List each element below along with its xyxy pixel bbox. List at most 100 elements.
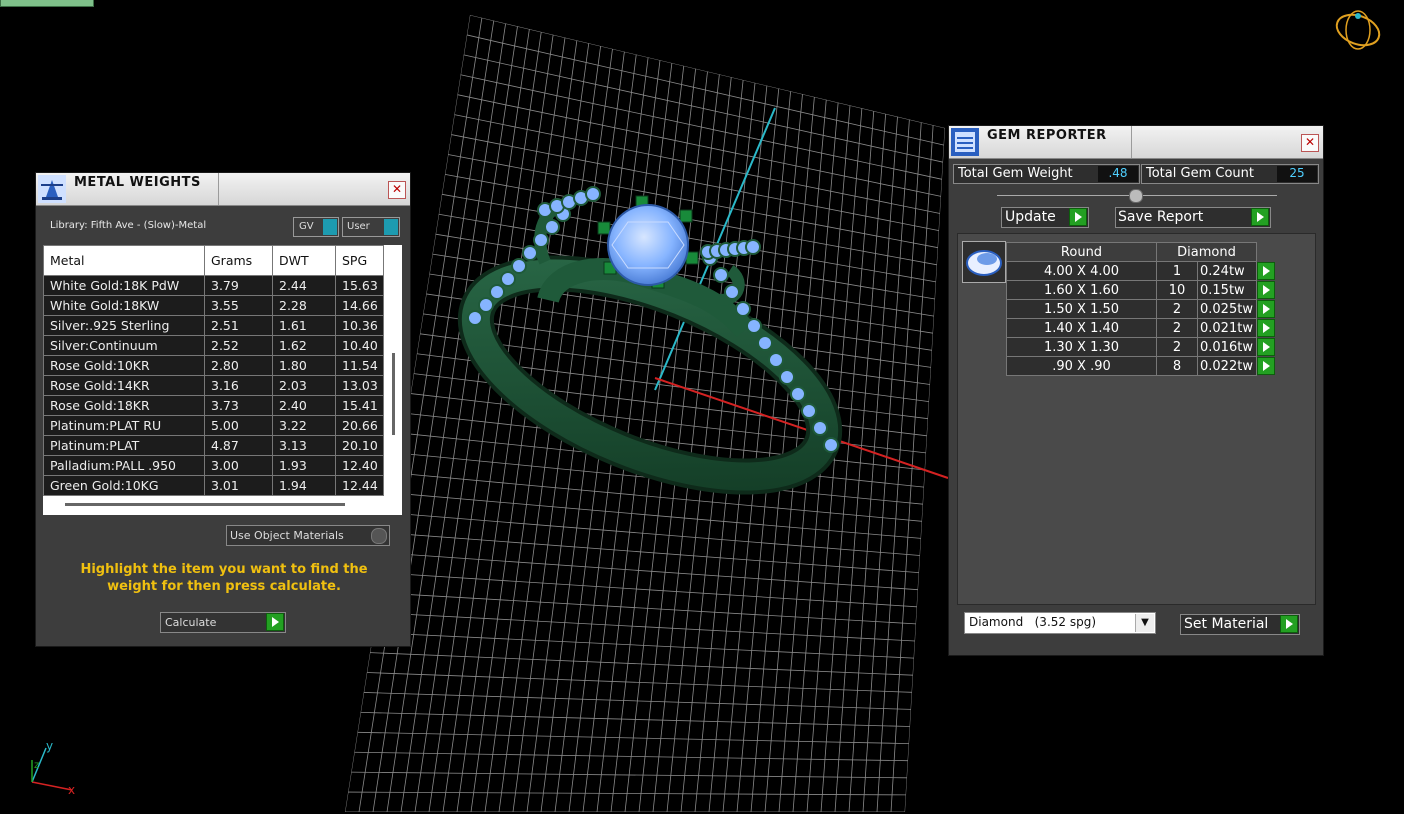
play-icon[interactable]	[1257, 281, 1275, 299]
gem-row[interactable]: .90 X .90 8 0.022tw	[1006, 356, 1280, 376]
gem-reporter-titlebar[interactable]: GEM REPORTER ✕	[949, 126, 1323, 159]
play-icon[interactable]	[1257, 338, 1275, 356]
gem-row[interactable]: 1.50 X 1.50 2 0.025tw	[1006, 299, 1280, 319]
gem-row[interactable]: 4.00 X 4.00 1 0.24tw	[1006, 261, 1280, 281]
gem-row[interactable]: 1.40 X 1.40 2 0.021tw	[1006, 318, 1280, 338]
total-gem-weight-label: Total Gem Weight	[958, 166, 1073, 181]
table-cell: Platinum:PLAT RU	[43, 415, 205, 436]
save-report-button[interactable]: Save Report	[1115, 207, 1271, 228]
play-icon[interactable]	[1257, 262, 1275, 280]
axis-triad-icon: x y z	[31, 739, 75, 797]
table-cell: 2.80	[204, 355, 273, 376]
play-icon	[1280, 615, 1298, 633]
table-row[interactable]: Palladium:PALL .950 3.00 1.93 12.40	[43, 455, 384, 476]
pave-stone	[745, 239, 761, 255]
column-header-metal[interactable]: Metal	[43, 245, 205, 276]
table-cell: 3.79	[204, 275, 273, 296]
user-toggle-label: User	[347, 221, 370, 232]
update-button[interactable]: Update	[1001, 207, 1089, 228]
gem-table[interactable]: Round Diamond 4.00 X 4.00 1 0.24tw 1.60 X 1…	[1006, 242, 1280, 376]
pave-stone	[511, 258, 527, 274]
table-row[interactable]: Silver:Continuum 2.52 1.62 10.40	[43, 335, 384, 356]
horizontal-scrollbar[interactable]	[65, 503, 345, 506]
table-row[interactable]: White Gold:18KW 3.55 2.28 14.66	[43, 295, 384, 316]
shape-header: Round	[1006, 242, 1157, 262]
gem-cell: 0.24tw	[1197, 261, 1257, 281]
gem-cell: 1.40 X 1.40	[1006, 318, 1157, 338]
table-row[interactable]: Rose Gold:18KR 3.73 2.40 15.41	[43, 395, 384, 416]
pave-stone	[801, 403, 817, 419]
table-cell: 1.62	[272, 335, 336, 356]
table-cell: 3.01	[204, 475, 273, 496]
gem-cell: 0.021tw	[1197, 318, 1257, 338]
table-row[interactable]: White Gold:18K PdW 3.79 2.44 15.63	[43, 275, 384, 296]
table-cell: 3.73	[204, 395, 273, 416]
metal-weights-title: METAL WEIGHTS	[74, 175, 201, 190]
table-cell: Rose Gold:10KR	[43, 355, 205, 376]
gem-row-action[interactable]	[1257, 300, 1280, 319]
table-cell: 5.00	[204, 415, 273, 436]
pave-stone	[790, 386, 806, 402]
table-row[interactable]: Platinum:PLAT RU 5.00 3.22 20.66	[43, 415, 384, 436]
table-cell: 3.00	[204, 455, 273, 476]
gem-row[interactable]: 1.30 X 1.30 2 0.016tw	[1006, 337, 1280, 357]
gem-row-action[interactable]	[1257, 281, 1280, 300]
table-cell: 2.44	[272, 275, 336, 296]
use-object-materials-checkbox[interactable]: Use Object Materials	[226, 525, 390, 546]
column-header-grams[interactable]: Grams	[204, 245, 273, 276]
table-cell: Palladium:PALL .950	[43, 455, 205, 476]
viewport-tag[interactable]	[0, 0, 94, 7]
pave-stone	[522, 245, 538, 261]
material-dropdown-value: Diamond (3.52 spg)	[969, 615, 1097, 629]
play-icon[interactable]	[1257, 300, 1275, 318]
gem-row-action[interactable]	[1257, 338, 1280, 357]
table-cell: 3.13	[272, 435, 336, 456]
pave-stone	[585, 186, 601, 202]
gem-list-area[interactable]: Round Diamond 4.00 X 4.00 1 0.24tw 1.60 X 1…	[957, 233, 1316, 605]
gem-row-action[interactable]	[1257, 262, 1280, 281]
table-row[interactable]: Silver:.925 Sterling 2.51 1.61 10.36	[43, 315, 384, 336]
gem-cell: 8	[1156, 356, 1198, 376]
view-cube-icon[interactable]	[1333, 9, 1384, 50]
scale-icon	[38, 175, 66, 203]
calculate-button[interactable]: Calculate	[160, 612, 286, 633]
splitter-handle-icon[interactable]	[1129, 189, 1143, 203]
material-dropdown[interactable]: Diamond (3.52 spg) ▼	[964, 612, 1156, 634]
column-header-spg[interactable]: SPG	[335, 245, 384, 276]
title-separator	[218, 173, 219, 205]
table-row[interactable]: Green Gold:10KG 3.01 1.94 12.44	[43, 475, 384, 496]
play-icon[interactable]	[1257, 357, 1275, 375]
update-label: Update	[1005, 209, 1056, 225]
play-icon[interactable]	[1257, 319, 1275, 337]
table-cell: 4.87	[204, 435, 273, 456]
set-material-button[interactable]: Set Material	[1180, 614, 1300, 635]
table-row[interactable]: Rose Gold:10KR 2.80 1.80 11.54	[43, 355, 384, 376]
gem-row-action[interactable]	[1257, 319, 1280, 338]
table-row[interactable]: Rose Gold:14KR 3.16 2.03 13.03	[43, 375, 384, 396]
table-cell: 3.22	[272, 415, 336, 436]
vertical-scrollbar[interactable]	[392, 353, 395, 435]
material-header: Diamond	[1156, 242, 1257, 262]
table-cell: Rose Gold:14KR	[43, 375, 205, 396]
gem-row-action[interactable]	[1257, 357, 1280, 376]
metal-weights-panel: METAL WEIGHTS ✕ Library: Fifth Ave - (Sl…	[35, 172, 411, 647]
gem-row[interactable]: 1.60 X 1.60 10 0.15tw	[1006, 280, 1280, 300]
table-cell: 12.40	[335, 455, 384, 476]
metal-table-container[interactable]: Metal Grams DWT SPG White Gold:18K PdW 3.79 2…	[43, 245, 402, 515]
gem-cell: 0.016tw	[1197, 337, 1257, 357]
close-icon[interactable]: ✕	[1301, 134, 1319, 152]
column-header-dwt[interactable]: DWT	[272, 245, 336, 276]
table-row[interactable]: Platinum:PLAT 4.87 3.13 20.10	[43, 435, 384, 456]
round-gem-icon[interactable]	[962, 241, 1006, 283]
gem-cell: 1.30 X 1.30	[1006, 337, 1157, 357]
table-cell: Platinum:PLAT	[43, 435, 205, 456]
user-toggle[interactable]: User	[342, 217, 400, 237]
table-cell: 1.61	[272, 315, 336, 336]
metal-weights-titlebar[interactable]: METAL WEIGHTS ✕	[36, 173, 410, 206]
chevron-down-icon[interactable]: ▼	[1135, 614, 1154, 632]
table-cell: 20.10	[335, 435, 384, 456]
total-gem-weight-value: .48	[1098, 166, 1138, 182]
gv-toggle[interactable]: GV	[293, 217, 339, 237]
metal-table[interactable]: Metal Grams DWT SPG White Gold:18K PdW 3.79 2…	[43, 245, 384, 496]
close-icon[interactable]: ✕	[388, 181, 406, 199]
